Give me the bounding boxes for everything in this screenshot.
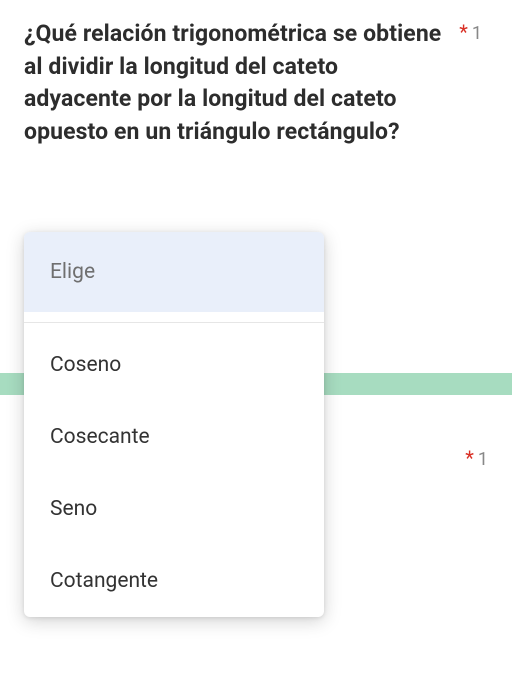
question-1-points: * 1 xyxy=(459,20,482,44)
dropdown-option-coseno[interactable]: Coseno xyxy=(24,329,324,401)
question-2-points: * 1 xyxy=(465,446,488,470)
question-1-text: ¿Qué relación trigonométrica se obtiene … xyxy=(24,18,444,149)
question-1-points-value: 1 xyxy=(472,23,482,44)
question-1-block: ¿Qué relación trigonométrica se obtiene … xyxy=(0,0,512,149)
dropdown-option-cosecante[interactable]: Cosecante xyxy=(24,401,324,473)
required-star-icon: * xyxy=(459,20,468,44)
dropdown-separator xyxy=(24,322,324,323)
required-star-icon: * xyxy=(465,446,474,470)
question-2-points-value: 1 xyxy=(478,449,488,470)
answer-dropdown[interactable]: Elige Coseno Cosecante Seno Cotangente xyxy=(24,232,324,617)
quiz-page: ¿Qué relación trigonométrica se obtiene … xyxy=(0,0,512,687)
dropdown-option-seno[interactable]: Seno xyxy=(24,473,324,545)
dropdown-selected-placeholder[interactable]: Elige xyxy=(24,232,324,312)
dropdown-option-cotangente[interactable]: Cotangente xyxy=(24,545,324,617)
